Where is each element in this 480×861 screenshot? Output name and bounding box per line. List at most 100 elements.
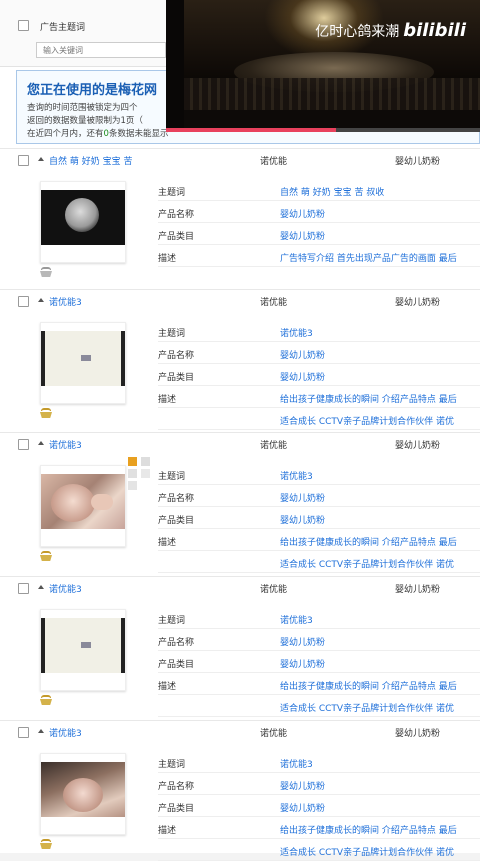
detail-value-link[interactable]: 婴幼儿奶粉 bbox=[280, 513, 325, 526]
notice-line-3-prefix: 在近四个月内，还有 bbox=[27, 129, 104, 139]
detail-divider bbox=[158, 716, 480, 717]
ad-search-page: 广告主题词 您正在使用的是梅花网 查询的时间范围被锁定为四个 返回的数据数量被限… bbox=[0, 0, 480, 861]
ad-item-checkbox[interactable] bbox=[18, 296, 29, 307]
detail-value-link[interactable]: 婴幼儿奶粉 bbox=[280, 491, 325, 504]
keyword-input-wrap[interactable] bbox=[36, 42, 177, 58]
select-all-checkbox[interactable] bbox=[18, 20, 29, 31]
detail-value-link[interactable]: 诺优能3 bbox=[280, 326, 313, 339]
video-overlay[interactable]: 亿时心鸽来潮 bilibili bbox=[166, 0, 480, 132]
detail-value-link[interactable]: 适合成长 CCTV亲子品牌计划合作伙伴 诺优 bbox=[280, 701, 454, 714]
ad-item-checkbox[interactable] bbox=[18, 155, 29, 166]
ad-thumbnail-card[interactable] bbox=[40, 609, 126, 691]
ad-item-header: 自然 萌 好奶 宝宝 苦 诺优能 婴幼儿奶粉 bbox=[0, 149, 480, 171]
ad-thumbnail[interactable] bbox=[41, 190, 125, 245]
detail-value-link[interactable]: 给出孩子健康成长的瞬间 介绍产品特点 最后 bbox=[280, 823, 457, 836]
detail-value-link[interactable]: 婴幼儿奶粉 bbox=[280, 207, 325, 220]
detail-divider bbox=[158, 528, 480, 529]
ad-item-brand: 诺优能 bbox=[260, 298, 288, 308]
detail-value-link[interactable]: 给出孩子健康成长的瞬间 介绍产品特点 最后 bbox=[280, 535, 457, 548]
detail-value-link[interactable]: 婴幼儿奶粉 bbox=[280, 779, 325, 792]
detail-label: 主题词 bbox=[158, 616, 186, 626]
ad-thumbnail[interactable] bbox=[41, 331, 125, 386]
ad-item: 诺优能3 诺优能 婴幼儿奶粉 主题词 诺优能3 产品名称 婴幼儿奶粉 产品类目 婴幼儿奶粉 描述给… bbox=[0, 289, 480, 433]
ad-item-keyword-link[interactable]: 诺优能3 bbox=[49, 582, 82, 595]
detail-value-link[interactable]: 适合成长 CCTV亲子品牌计划合作伙伴 诺优 bbox=[280, 557, 454, 570]
collapse-triangle-icon[interactable] bbox=[38, 157, 44, 161]
ad-item-keyword-link[interactable]: 诺优能3 bbox=[49, 726, 82, 739]
detail-value-link[interactable]: 给出孩子健康成长的瞬间 介绍产品特点 最后 bbox=[280, 679, 457, 692]
collapse-triangle-icon[interactable] bbox=[38, 298, 44, 302]
detail-divider bbox=[158, 200, 480, 201]
thumbnail-mark bbox=[81, 642, 91, 648]
collapse-triangle-icon[interactable] bbox=[38, 585, 44, 589]
ad-item-header: 诺优能3 诺优能 婴幼儿奶粉 bbox=[0, 577, 480, 599]
detail-value-link[interactable]: 诺优能3 bbox=[280, 469, 313, 482]
notice-line-1: 查询的时间范围被锁定为四个 bbox=[27, 103, 138, 113]
detail-value-link[interactable]: 适合成长 CCTV亲子品牌计划合作伙伴 诺优 bbox=[280, 414, 454, 427]
detail-label: 产品类目 bbox=[158, 373, 195, 383]
ad-thumbnail-card[interactable] bbox=[40, 465, 126, 547]
ad-item-category: 婴幼儿奶粉 bbox=[395, 157, 441, 167]
detail-label: 产品类目 bbox=[158, 516, 195, 526]
basket-icon[interactable] bbox=[40, 408, 52, 418]
moon-shape bbox=[65, 198, 99, 232]
detail-value-link[interactable]: 婴幼儿奶粉 bbox=[280, 801, 325, 814]
basket-icon[interactable] bbox=[40, 267, 52, 277]
detail-divider bbox=[158, 694, 480, 695]
basket-icon[interactable] bbox=[40, 551, 52, 561]
ad-thumbnail[interactable] bbox=[41, 618, 125, 673]
detail-divider bbox=[158, 816, 480, 817]
basket-icon[interactable] bbox=[40, 695, 52, 705]
ad-item-keyword-link[interactable]: 诺优能3 bbox=[49, 438, 82, 451]
keyword-input[interactable] bbox=[37, 43, 177, 57]
ad-item-checkbox[interactable] bbox=[18, 439, 29, 450]
baby-face bbox=[63, 778, 103, 812]
ad-thumbnail-card[interactable] bbox=[40, 753, 126, 835]
notice-line-3: 在近四个月内，还有0条数据未能显示 bbox=[27, 127, 168, 139]
ad-item-brand: 诺优能 bbox=[260, 157, 288, 167]
video-frame bbox=[184, 0, 480, 110]
basket-icon[interactable] bbox=[40, 839, 52, 849]
ad-item-keyword-link[interactable]: 自然 萌 好奶 宝宝 苦 bbox=[49, 154, 132, 167]
detail-value-link[interactable]: 婴幼儿奶粉 bbox=[280, 348, 325, 361]
audience bbox=[184, 78, 480, 110]
collapse-triangle-icon[interactable] bbox=[38, 729, 44, 733]
detail-value-link[interactable]: 自然 萌 好奶 宝宝 苦 叔收 bbox=[280, 185, 384, 198]
color-swatch bbox=[141, 457, 150, 466]
detail-value-link[interactable]: 婴幼儿奶粉 bbox=[280, 635, 325, 648]
basket-handle bbox=[41, 695, 51, 698]
detail-value-link[interactable]: 婴幼儿奶粉 bbox=[280, 370, 325, 383]
detail-divider bbox=[158, 772, 480, 773]
basket-handle bbox=[41, 408, 51, 411]
detail-value-link[interactable]: 婴幼儿奶粉 bbox=[280, 657, 325, 670]
video-caption-text: 亿时心鸽来潮 bbox=[315, 24, 400, 40]
detail-label: 主题词 bbox=[158, 188, 186, 198]
ad-item-keyword-link[interactable]: 诺优能3 bbox=[49, 295, 82, 308]
ad-thumbnail[interactable] bbox=[41, 474, 125, 529]
detail-value-link[interactable]: 诺优能3 bbox=[280, 613, 313, 626]
detail-divider bbox=[158, 363, 480, 364]
video-left-strip bbox=[166, 0, 184, 132]
ad-item: 自然 萌 好奶 宝宝 苦诺优能 婴幼儿奶粉 主题词 自然 萌 好奶 宝宝 苦 叔收 产品… bbox=[0, 148, 480, 290]
ad-item-checkbox[interactable] bbox=[18, 727, 29, 738]
detail-label: 产品类目 bbox=[158, 804, 195, 814]
baby-face bbox=[51, 484, 95, 522]
collapse-triangle-icon[interactable] bbox=[38, 441, 44, 445]
ad-thumbnail-card[interactable] bbox=[40, 181, 126, 263]
detail-value-link[interactable]: 广告特写介绍 首先出现产品广告的画面 最后 bbox=[280, 251, 457, 264]
detail-label: 主题词 bbox=[158, 760, 186, 770]
ad-item-category: 婴幼儿奶粉 bbox=[395, 729, 441, 739]
detail-value-link[interactable]: 给出孩子健康成长的瞬间 介绍产品特点 最后 bbox=[280, 392, 457, 405]
notice-title: 您正在使用的是梅花网 bbox=[27, 83, 158, 98]
video-seekbar[interactable] bbox=[166, 128, 480, 132]
ad-thumbnail-card[interactable] bbox=[40, 322, 126, 404]
detail-value-link[interactable]: 婴幼儿奶粉 bbox=[280, 229, 325, 242]
detail-value-link[interactable]: 诺优能3 bbox=[280, 757, 313, 770]
detail-label: 产品名称 bbox=[158, 210, 195, 220]
ad-item-header: 诺优能3 诺优能 婴幼儿奶粉 bbox=[0, 290, 480, 312]
ad-item: 诺优能3 诺优能 婴幼儿奶粉 主题词 诺优能3 产品名称 婴幼儿奶粉 产品类目 婴幼儿奶粉 描述给… bbox=[0, 432, 480, 577]
basket-body bbox=[40, 412, 52, 418]
color-swatch bbox=[128, 481, 137, 490]
ad-item-checkbox[interactable] bbox=[18, 583, 29, 594]
ad-thumbnail[interactable] bbox=[41, 762, 125, 817]
